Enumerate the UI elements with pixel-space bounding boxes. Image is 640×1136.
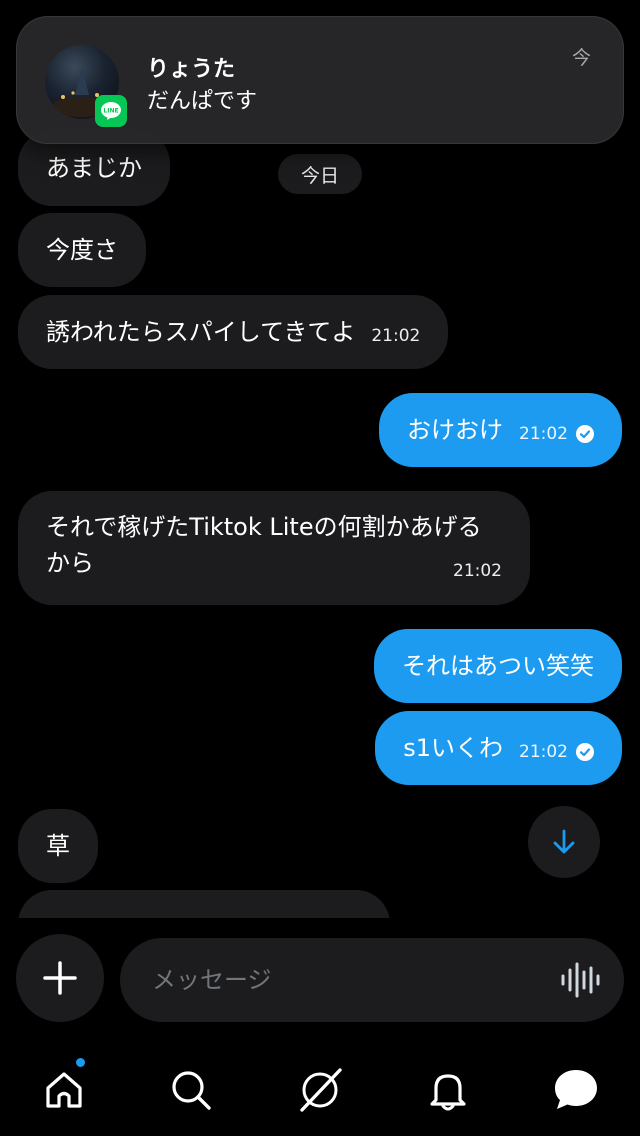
nav-search[interactable] <box>163 1062 219 1118</box>
message-text: あまじか <box>46 154 142 182</box>
message-bubble-incoming[interactable]: 誘われたらスパイしてきてよ 21:02 <box>18 295 449 369</box>
search-icon <box>172 1071 211 1110</box>
message-bubble-outgoing[interactable]: それはあつい笑笑 <box>374 629 622 703</box>
message-input[interactable] <box>120 938 624 1022</box>
notification-message: だんぱです <box>147 89 258 114</box>
voice-message-button[interactable] <box>558 958 602 1002</box>
notification-time: 今 <box>571 47 591 69</box>
voice-wave-icon <box>561 962 600 998</box>
message-text: おけおけ <box>407 416 503 444</box>
message-bubble-incoming[interactable]: それで稼げたTiktok Liteの何割かあげるから 21:02 <box>18 491 530 605</box>
message-time: 21:02 <box>371 326 421 346</box>
message-bubble-outgoing[interactable]: おけおけ 21:02 <box>379 393 622 467</box>
messages-icon <box>555 1070 597 1109</box>
message-bubble-incoming[interactable]: 今度さ <box>18 213 146 287</box>
notification-banner[interactable]: LINE りょうた だんぱです 今 <box>16 16 624 144</box>
arrow-down-icon <box>553 829 575 854</box>
add-attachment-button[interactable] <box>16 934 104 1022</box>
line-icon: LINE <box>95 95 127 127</box>
notification-sender: りょうた <box>147 57 236 82</box>
bell-icon <box>430 1074 466 1111</box>
unread-dot <box>74 1056 87 1069</box>
plus-icon <box>43 961 77 995</box>
nav-grok[interactable] <box>292 1062 348 1118</box>
message-bubble-incoming-partial[interactable] <box>18 890 390 918</box>
message-bubble-outgoing[interactable]: s1いくわ 21:02 <box>375 711 622 785</box>
message-bubble-incoming[interactable]: 草 <box>18 809 98 883</box>
nav-notifications[interactable] <box>420 1062 476 1118</box>
message-time: 21:02 <box>453 561 502 581</box>
message-text: s1いくわ <box>403 734 503 762</box>
message-text: それで稼げたTiktok Liteの何割かあげるから <box>46 513 482 577</box>
day-separator: 今日 <box>278 154 362 194</box>
read-check-icon <box>576 425 594 443</box>
scroll-to-bottom-button[interactable] <box>528 806 600 878</box>
message-text: それはあつい笑笑 <box>402 652 594 680</box>
nav-messages[interactable] <box>548 1062 604 1118</box>
message-time: 21:02 <box>519 424 568 444</box>
home-icon <box>46 1072 82 1108</box>
nav-home[interactable] <box>36 1062 92 1118</box>
grok-icon <box>300 1068 342 1112</box>
read-check-icon <box>576 743 594 761</box>
message-time: 21:02 <box>519 742 568 762</box>
message-text: 今度さ <box>46 236 118 264</box>
message-text: 草 <box>46 832 70 860</box>
message-text: 誘われたらスパイしてきてよ <box>46 318 356 346</box>
bottom-nav <box>0 1040 640 1136</box>
line-logo-text: LINE <box>103 108 118 115</box>
